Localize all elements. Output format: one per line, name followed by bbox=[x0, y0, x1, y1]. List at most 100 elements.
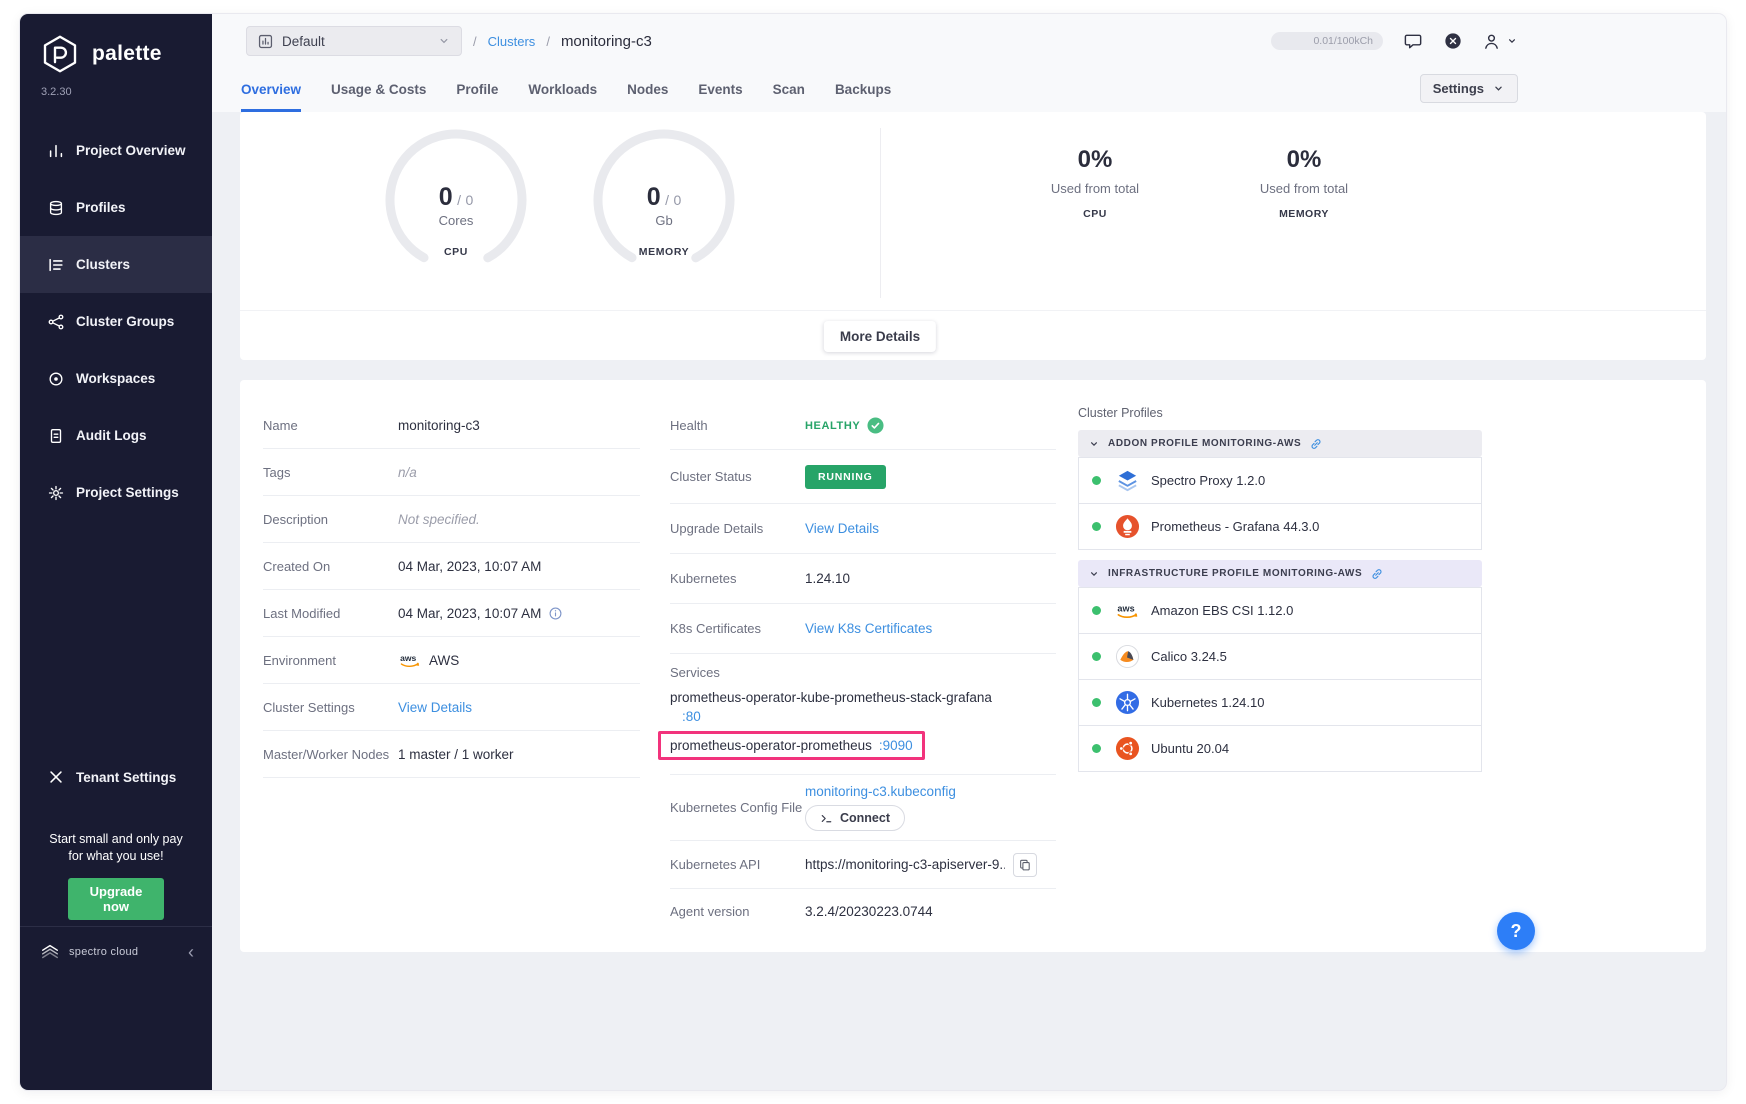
collapse-sidebar-icon[interactable]: ‹ bbox=[188, 943, 194, 961]
nodes-value: 1 master / 1 worker bbox=[398, 747, 514, 762]
detail-row-kubernetes: Kubernetes 1.24.10 bbox=[670, 554, 1056, 604]
detail-row-description: Description Not specified. bbox=[263, 496, 640, 543]
sidebar-item-label: Clusters bbox=[76, 257, 130, 272]
workspaces-icon bbox=[47, 370, 65, 388]
tab-workloads[interactable]: Workloads bbox=[528, 68, 597, 112]
upgrade-now-button[interactable]: Upgrade now bbox=[68, 878, 164, 920]
cpu-gauge: 0 / 0 Cores CPU bbox=[381, 125, 531, 275]
help-button[interactable]: ? bbox=[1497, 912, 1535, 950]
profile-pack-prometheus-grafana[interactable]: Prometheus - Grafana 44.3.0 bbox=[1078, 503, 1482, 550]
service-grafana-name: prometheus-operator-kube-prometheus-stac… bbox=[670, 688, 1056, 707]
copy-button[interactable] bbox=[1013, 853, 1037, 877]
tab-backups[interactable]: Backups bbox=[835, 68, 891, 112]
project-selector[interactable]: Default bbox=[246, 26, 462, 56]
connect-button[interactable]: Connect bbox=[805, 805, 905, 831]
user-menu-button[interactable] bbox=[1482, 32, 1518, 51]
spectro-proxy-icon bbox=[1114, 468, 1140, 494]
sidebar-item-profiles[interactable]: Profiles bbox=[20, 179, 212, 236]
project-overview-icon bbox=[47, 142, 65, 160]
cpu-usage-stat: 0% Used from total CPU bbox=[1010, 146, 1180, 220]
sidebar-item-label: Project Settings bbox=[76, 485, 179, 500]
app-window: palette 3.2.30 Project Overview Profiles bbox=[20, 14, 1726, 1090]
profile-pack-spectro-proxy[interactable]: Spectro Proxy 1.2.0 bbox=[1078, 457, 1482, 504]
info-icon[interactable] bbox=[548, 606, 563, 621]
detail-row-tags: Tags n/a bbox=[263, 449, 640, 496]
tab-profile[interactable]: Profile bbox=[456, 68, 498, 112]
service-prometheus-port-link[interactable]: :9090 bbox=[879, 738, 913, 753]
view-k8s-certificates-link[interactable]: View K8s Certificates bbox=[805, 621, 932, 636]
cpu-used: 0 bbox=[439, 183, 453, 211]
aws-icon: aws bbox=[1114, 598, 1140, 624]
health-status: HEALTHY bbox=[805, 420, 860, 432]
profile-pack-amazon-ebs-csi[interactable]: aws Amazon EBS CSI 1.12.0 bbox=[1078, 587, 1482, 634]
tab-scan[interactable]: Scan bbox=[773, 68, 805, 112]
chevron-down-icon bbox=[437, 34, 451, 48]
tab-nodes[interactable]: Nodes bbox=[627, 68, 668, 112]
sidebar-item-label: Profiles bbox=[76, 200, 126, 215]
project-selector-value: Default bbox=[282, 34, 325, 49]
cluster-details-card: Name monitoring-c3 Tags n/a Description … bbox=[240, 380, 1706, 952]
detail-row-upgrade: Upgrade Details View Details bbox=[670, 504, 1056, 554]
settings-button-label: Settings bbox=[1433, 81, 1484, 96]
chat-icon bbox=[1403, 31, 1424, 52]
header-region: Default / Clusters / monitoring-c3 0.01/… bbox=[212, 14, 1726, 112]
app-version: 3.2.30 bbox=[41, 86, 212, 98]
chat-button[interactable] bbox=[1403, 31, 1424, 52]
audit-logs-icon bbox=[47, 427, 65, 445]
status-dot bbox=[1092, 698, 1101, 707]
upgrade-promo: Start small and only pay for what you us… bbox=[20, 831, 212, 865]
tab-overview[interactable]: Overview bbox=[241, 68, 301, 112]
agent-version-value: 3.2.4/20230223.0744 bbox=[805, 904, 933, 919]
cluster-name-value: monitoring-c3 bbox=[398, 418, 480, 433]
more-details-button[interactable]: More Details bbox=[824, 321, 936, 352]
tab-usage-costs[interactable]: Usage & Costs bbox=[331, 68, 426, 112]
footer-brand-name: spectro cloud bbox=[69, 946, 138, 958]
tools-icon bbox=[47, 768, 65, 786]
tab-events[interactable]: Events bbox=[698, 68, 742, 112]
kubeconfig-download-link[interactable]: monitoring-c3.kubeconfig bbox=[805, 784, 956, 799]
sidebar-item-workspaces[interactable]: Workspaces bbox=[20, 350, 212, 407]
cluster-settings-view-details-link[interactable]: View Details bbox=[398, 700, 472, 715]
status-dot bbox=[1092, 652, 1101, 661]
upgrade-view-details-link[interactable]: View Details bbox=[805, 521, 879, 536]
sidebar-item-project-overview[interactable]: Project Overview bbox=[20, 122, 212, 179]
infrastructure-profile-header[interactable]: INFRASTRUCTURE PROFILE MONITORING-AWS bbox=[1078, 560, 1482, 587]
profile-pack-calico[interactable]: Calico 3.24.5 bbox=[1078, 633, 1482, 680]
main-area: Default / Clusters / monitoring-c3 0.01/… bbox=[212, 14, 1726, 1090]
sidebar-item-label: Audit Logs bbox=[76, 428, 147, 443]
promo-line-1: Start small and only pay bbox=[20, 831, 212, 848]
sidebar-item-clusters[interactable]: Clusters bbox=[20, 236, 212, 293]
detail-row-agent: Agent version 3.2.4/20230223.0744 bbox=[670, 889, 1056, 933]
sidebar-item-audit-logs[interactable]: Audit Logs bbox=[20, 407, 212, 464]
addon-profile-header[interactable]: ADDON PROFILE MONITORING-AWS bbox=[1078, 430, 1482, 457]
sidebar-item-cluster-groups[interactable]: Cluster Groups bbox=[20, 293, 212, 350]
cluster-status-column: Health HEALTHY Cluster Status RUNNING Up… bbox=[670, 402, 1056, 933]
detail-row-health: Health HEALTHY bbox=[670, 402, 1056, 450]
memory-used: 0 bbox=[647, 183, 661, 211]
tags-value: n/a bbox=[398, 465, 417, 480]
profile-pack-kubernetes[interactable]: Kubernetes 1.24.10 bbox=[1078, 679, 1482, 726]
sidebar-item-label: Workspaces bbox=[76, 371, 155, 386]
prometheus-icon bbox=[1114, 514, 1140, 540]
detail-row-certificates: K8s Certificates View K8s Certificates bbox=[670, 604, 1056, 654]
sidebar-item-tenant-settings[interactable]: Tenant Settings bbox=[20, 752, 212, 802]
gear-icon bbox=[47, 484, 65, 502]
detail-row-environment: Environment aws AWS bbox=[263, 637, 640, 684]
profiles-icon bbox=[47, 199, 65, 217]
profile-pack-ubuntu[interactable]: Ubuntu 20.04 bbox=[1078, 725, 1482, 772]
usage-overview-card: 0 / 0 Cores CPU 0 / 0 bbox=[240, 112, 1706, 360]
status-dot bbox=[1092, 744, 1101, 753]
settings-button[interactable]: Settings bbox=[1420, 74, 1518, 103]
status-badge: RUNNING bbox=[805, 465, 886, 489]
detail-row-api: Kubernetes API https://monitoring-c3-api… bbox=[670, 841, 1056, 889]
sidebar-item-project-settings[interactable]: Project Settings bbox=[20, 464, 212, 521]
service-grafana-port-link[interactable]: :80 bbox=[670, 707, 701, 726]
memory-gauge: 0 / 0 Gb MEMORY bbox=[589, 125, 739, 275]
link-icon[interactable] bbox=[1309, 437, 1323, 451]
sidebar: palette 3.2.30 Project Overview Profiles bbox=[20, 14, 212, 1090]
brand-name: palette bbox=[92, 42, 162, 66]
breadcrumb-clusters[interactable]: Clusters bbox=[488, 34, 536, 49]
notifications-button[interactable] bbox=[1444, 32, 1462, 50]
topbar-actions: 0.01/100kCh bbox=[1271, 31, 1518, 52]
link-icon[interactable] bbox=[1370, 567, 1384, 581]
